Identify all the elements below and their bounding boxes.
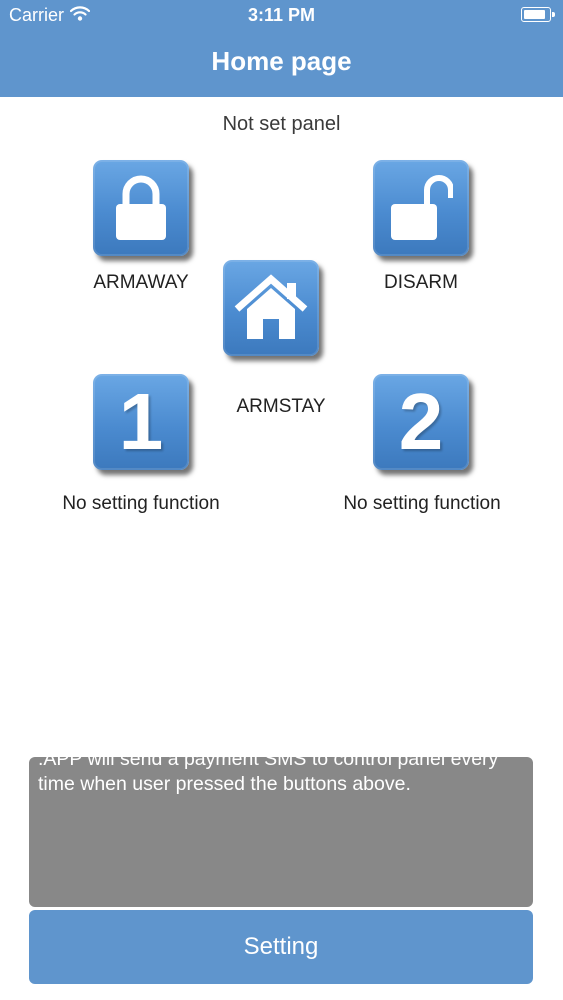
armstay-label: ARMSTAY	[236, 396, 326, 417]
custom-button-2[interactable]: 2	[373, 374, 469, 470]
digit-two-icon: 2	[398, 377, 444, 466]
armaway-label: ARMAWAY	[93, 272, 189, 293]
battery-icon	[521, 7, 555, 22]
status-bar: Carrier 3:11 PM	[0, 0, 563, 34]
disarm-label: DISARM	[384, 272, 458, 293]
battery-level	[524, 10, 545, 19]
page-title: Home page	[211, 46, 352, 76]
lock-open-icon	[389, 174, 453, 242]
tips-text-box[interactable]: Tips: Press the buttons to arm, disarm o…	[29, 757, 533, 907]
button-2-label: No setting function	[343, 493, 501, 514]
tips-text: Tips: Press the buttons to arm, disarm o…	[38, 757, 499, 795]
lock-closed-icon	[111, 174, 171, 242]
battery-tip	[552, 12, 555, 17]
armstay-button[interactable]	[223, 260, 319, 356]
digit-one-icon: 1	[118, 377, 164, 466]
custom-button-1[interactable]: 1	[93, 374, 189, 470]
clock: 3:11 PM	[247, 5, 316, 25]
disarm-button[interactable]	[373, 160, 469, 256]
setting-button[interactable]: Setting	[29, 910, 533, 984]
armaway-button[interactable]	[93, 160, 189, 256]
header: Carrier 3:11 PM Home page	[0, 0, 563, 97]
panel-status-label: Not set panel	[222, 113, 341, 135]
house-icon	[231, 273, 311, 343]
button-1-label: No setting function	[62, 493, 220, 514]
